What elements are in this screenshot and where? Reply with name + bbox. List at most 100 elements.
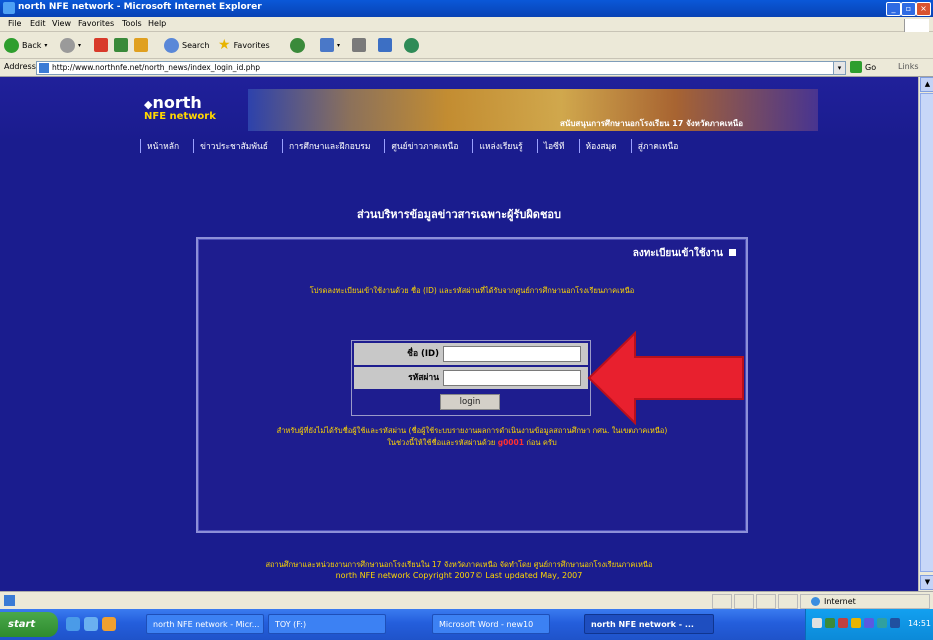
login-note-line1: สำหรับผู้ที่ยังไม่ได้รับชื่อผู้ใช้และรหั… bbox=[276, 426, 668, 435]
password-input[interactable] bbox=[443, 370, 581, 386]
history-icon bbox=[290, 37, 305, 53]
page-status-icon bbox=[4, 595, 15, 606]
footer-line1: สถานศึกษาและหน่วยงานการศึกษานอกโรงเรียนใ… bbox=[265, 560, 653, 569]
stop-button[interactable] bbox=[94, 37, 108, 53]
ie-icon bbox=[3, 2, 15, 14]
mail-icon bbox=[320, 38, 334, 52]
favorites-label: Favorites bbox=[233, 40, 270, 50]
back-button[interactable]: Back ▾ bbox=[4, 37, 47, 53]
windows-logo-icon bbox=[904, 19, 929, 33]
menu-help[interactable]: Help bbox=[148, 19, 166, 28]
login-panel-title: ลงทะเบียนเข้าใช้งาน bbox=[633, 246, 736, 261]
task-browser-active[interactable]: north NFE network - ... bbox=[584, 614, 714, 634]
login-form: ชื่อ (ID) รหัสผ่าน login bbox=[351, 340, 591, 416]
status-pane bbox=[778, 594, 798, 609]
close-icon[interactable]: × bbox=[916, 2, 931, 16]
forward-button[interactable]: ▾ bbox=[60, 37, 81, 53]
tray-icon[interactable] bbox=[864, 618, 874, 628]
tray-icon[interactable] bbox=[877, 618, 887, 628]
nav-news-center[interactable]: ศูนย์ข่าวภาคเหนือ bbox=[384, 139, 458, 153]
edit-button[interactable] bbox=[378, 37, 392, 53]
footer-copyright: north NFE network Copyright 2007© Last u… bbox=[335, 571, 583, 580]
id-row: ชื่อ (ID) bbox=[354, 343, 588, 365]
login-note-code: g0001 bbox=[497, 438, 524, 447]
scroll-thumb[interactable] bbox=[920, 93, 933, 572]
nav-home[interactable]: หน้าหลัก bbox=[140, 139, 179, 153]
search-button[interactable]: Search bbox=[164, 37, 209, 53]
id-input[interactable] bbox=[443, 346, 581, 362]
nav-news[interactable]: ข่าวประชาสัมพันธ์ bbox=[193, 139, 268, 153]
start-button[interactable]: start bbox=[0, 612, 58, 637]
print-button[interactable] bbox=[352, 37, 366, 53]
menu-tools[interactable]: Tools bbox=[122, 19, 142, 28]
home-button[interactable] bbox=[134, 37, 148, 53]
tray-icon[interactable] bbox=[838, 618, 848, 628]
task-folder[interactable]: TOY (F:) bbox=[268, 614, 386, 634]
page-content: ◆north NFE network สนับสนุนการศึกษานอกโร… bbox=[0, 77, 918, 591]
password-label: รหัสผ่าน bbox=[408, 373, 439, 383]
stop-icon bbox=[94, 38, 108, 52]
maximize-icon[interactable]: ▫ bbox=[901, 2, 916, 16]
scroll-down-icon[interactable]: ▼ bbox=[920, 575, 933, 590]
nav-learning[interactable]: แหล่งเรียนรู้ bbox=[472, 139, 523, 153]
favorites-button[interactable]: ★ Favorites bbox=[218, 37, 270, 53]
links-button[interactable]: Links bbox=[898, 62, 919, 71]
security-zone: Internet bbox=[800, 594, 930, 609]
go-arrow-icon bbox=[850, 61, 862, 73]
chevron-down-icon: ▾ bbox=[78, 41, 82, 49]
tray-icon[interactable] bbox=[812, 618, 822, 628]
edit-icon bbox=[378, 38, 392, 52]
site-logo[interactable]: ◆north bbox=[144, 93, 202, 112]
address-input[interactable]: http://www.northnfe.net/north_news/index… bbox=[36, 61, 846, 75]
back-label: Back bbox=[22, 40, 42, 50]
menu-view[interactable]: View bbox=[52, 19, 71, 28]
desktop-quicklaunch-icon[interactable] bbox=[84, 617, 98, 631]
tray-icon[interactable] bbox=[890, 618, 900, 628]
nav-ict[interactable]: ไอซีที bbox=[536, 139, 565, 153]
scroll-up-icon[interactable]: ▲ bbox=[920, 77, 933, 92]
status-bar: Internet bbox=[0, 591, 933, 610]
status-pane bbox=[712, 594, 732, 609]
menu-file[interactable]: File bbox=[8, 19, 21, 28]
zone-label: Internet bbox=[824, 597, 856, 606]
history-button[interactable] bbox=[290, 37, 305, 53]
messenger-icon bbox=[404, 37, 419, 53]
tray-icon[interactable] bbox=[825, 618, 835, 628]
minimize-icon[interactable]: _ bbox=[886, 2, 901, 16]
page-title: ส่วนบริหารข้อมูลข่าวสารเฉพาะผู้รับผิดชอบ bbox=[357, 208, 561, 221]
login-note-line2: ในช่วงนี้ให้ใช้ชื่อและรหัสผ่านด้วย g0001… bbox=[198, 437, 746, 449]
banner-tagline: สนับสนุนการศึกษานอกโรงเรียน 17 จังหวัดภา… bbox=[560, 119, 744, 128]
password-row: รหัสผ่าน bbox=[354, 367, 588, 389]
status-pane bbox=[756, 594, 776, 609]
search-icon bbox=[164, 37, 179, 53]
refresh-icon bbox=[114, 38, 128, 52]
media-quicklaunch-icon[interactable] bbox=[102, 617, 116, 631]
nav-library[interactable]: ห้องสมุด bbox=[578, 139, 617, 153]
task-word[interactable]: Microsoft Word - new10 bbox=[432, 614, 550, 634]
go-button[interactable]: Go bbox=[850, 61, 876, 73]
nav-education[interactable]: การศึกษาและฝึกอบรม bbox=[281, 139, 370, 153]
vertical-scrollbar[interactable]: ▲ ▼ bbox=[918, 77, 933, 591]
login-panel-title-text: ลงทะเบียนเข้าใช้งาน bbox=[632, 248, 723, 259]
refresh-button[interactable] bbox=[114, 37, 128, 53]
highlight-arrow-icon bbox=[587, 331, 744, 425]
nav-north[interactable]: สู่ภาคเหนือ bbox=[630, 139, 678, 153]
go-label: Go bbox=[865, 62, 877, 72]
logo-north-text: north bbox=[152, 93, 202, 112]
globe-icon bbox=[811, 597, 820, 606]
chevron-down-icon[interactable]: ▾ bbox=[833, 62, 845, 74]
login-instruction: โปรดลงทะเบียนเข้าใช้งานด้วย ชื่อ (ID) แล… bbox=[309, 286, 635, 295]
tray-icon[interactable] bbox=[851, 618, 861, 628]
search-label: Search bbox=[182, 40, 210, 50]
back-arrow-icon bbox=[4, 37, 19, 53]
login-note-prefix: ในช่วงนี้ให้ใช้ชื่อและรหัสผ่านด้วย bbox=[387, 438, 496, 447]
star-icon: ★ bbox=[218, 37, 231, 53]
menu-edit[interactable]: Edit bbox=[30, 19, 46, 28]
login-button[interactable]: login bbox=[440, 394, 500, 410]
task-browser-1[interactable]: north NFE network - Micr... bbox=[146, 614, 264, 634]
menu-favorites[interactable]: Favorites bbox=[78, 19, 114, 28]
taskbar: start north NFE network - Micr... TOY (F… bbox=[0, 609, 933, 640]
ie-quicklaunch-icon[interactable] bbox=[66, 617, 80, 631]
mail-button[interactable]: ▾ bbox=[320, 37, 340, 53]
messenger-button[interactable] bbox=[404, 37, 419, 53]
